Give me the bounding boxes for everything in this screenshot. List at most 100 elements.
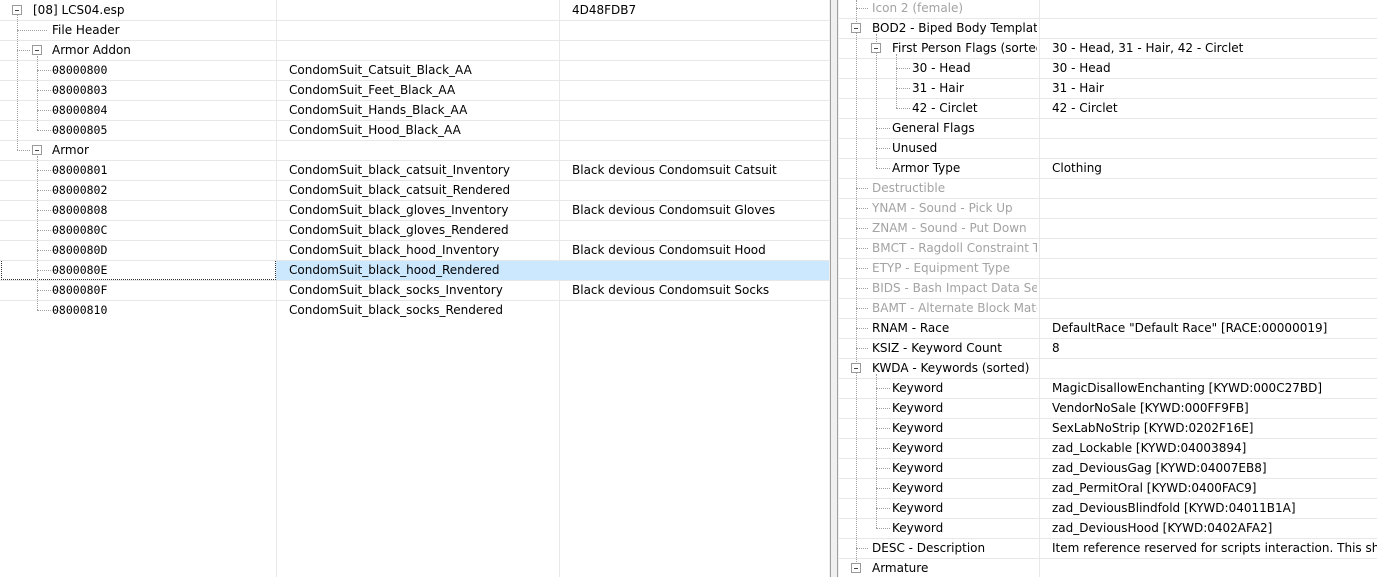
record-field-row[interactable]: General Flags [839, 118, 1377, 138]
record-field-row[interactable]: ZNAM - Sound - Put Down [839, 218, 1377, 238]
tree-guide-line [37, 170, 67, 171]
field-value: zad_DeviousHood [KYWD:0402AFA2] [1052, 521, 1273, 535]
tree-row[interactable]: Armor [0, 140, 829, 160]
form-id-label: 08000804 [52, 103, 108, 117]
tree-guide-line [876, 374, 877, 528]
field-value: zad_PermitOral [KYWD:0400FAC9] [1052, 481, 1257, 495]
tree-row[interactable]: 08000804 CondomSuit_Hands_Black_AA [0, 100, 829, 120]
tree-row[interactable]: 08000802 CondomSuit_black_catsuit_Rendere… [0, 180, 829, 200]
record-field-row[interactable]: Keyword zad_Lockable [KYWD:04003894] [839, 438, 1377, 458]
field-label: BOD2 - Biped Body Template [872, 21, 1037, 35]
record-field-row[interactable]: Armor Type Clothing [839, 158, 1377, 178]
tree-row[interactable]: [08] LCS04.esp 4D48FDB7 [0, 0, 829, 20]
editor-id-cell: CondomSuit_black_socks_Inventory [289, 283, 503, 297]
field-value: DefaultRace "Default Race" [RACE:0000001… [1052, 321, 1328, 335]
record-field-row[interactable]: Keyword MagicDisallowEnchanting [KYWD:000… [839, 378, 1377, 398]
tree-row[interactable]: 0800080E CondomSuit_black_hood_Rendered [0, 260, 829, 280]
tree-row[interactable]: 08000803 CondomSuit_Feet_Black_AA [0, 80, 829, 100]
field-label: Keyword [892, 381, 944, 395]
tree-guide-line [856, 348, 868, 349]
collapse-bod2-icon[interactable] [851, 23, 861, 33]
tree-row[interactable]: 08000805 CondomSuit_Hood_Black_AA [0, 120, 829, 140]
tree-row[interactable]: 0800080F CondomSuit_black_socks_Inventory… [0, 280, 829, 300]
field-label: Keyword [892, 461, 944, 475]
field-value: 31 - Hair [1052, 81, 1104, 95]
collapse-armature-icon[interactable] [851, 563, 861, 573]
record-field-row[interactable]: ETYP - Equipment Type [839, 258, 1377, 278]
collapse-first-person-flags-icon[interactable] [871, 43, 881, 53]
tree-guide-line [856, 268, 868, 269]
field-label: KWDA - Keywords (sorted) [872, 361, 1030, 375]
editor-id-cell: CondomSuit_black_gloves_Rendered [289, 223, 509, 237]
record-field-row[interactable]: Unused [839, 138, 1377, 158]
field-label: 31 - Hair [912, 81, 964, 95]
editor-id-cell: CondomSuit_black_catsuit_Inventory [289, 163, 510, 177]
tree-row[interactable]: 08000800 CondomSuit_Catsuit_Black_AA [0, 60, 829, 80]
record-field-row[interactable]: 31 - Hair 31 - Hair [839, 78, 1377, 98]
form-id-label: 08000810 [52, 303, 108, 317]
record-field-row[interactable]: YNAM - Sound - Pick Up [839, 198, 1377, 218]
record-field-row[interactable]: Armature [839, 558, 1377, 577]
field-label: BAMT - Alternate Block Mate... [872, 301, 1037, 315]
tree-guide-line [37, 310, 67, 311]
record-field-row[interactable]: First Person Flags (sorted) 30 - Head, 31… [839, 38, 1377, 58]
record-view-panel[interactable]: Icon 2 (female) BOD2 - Biped Body Templat… [839, 0, 1377, 577]
panel-splitter[interactable] [829, 0, 839, 577]
field-value: zad_DeviousGag [KYWD:04007EB8] [1052, 461, 1267, 475]
row-gridline [0, 140, 829, 141]
field-label: General Flags [892, 121, 975, 135]
tree-node-label: Armor Addon [52, 43, 131, 57]
tree-row[interactable]: 0800080C CondomSuit_black_gloves_Rendered [0, 220, 829, 240]
field-label: ETYP - Equipment Type [872, 261, 1010, 275]
record-field-row[interactable]: Keyword zad_DeviousHood [KYWD:0402AFA2] [839, 518, 1377, 538]
record-field-row[interactable]: Keyword SexLabNoStrip [KYWD:0202F16E] [839, 418, 1377, 438]
record-field-row[interactable]: 30 - Head 30 - Head [839, 58, 1377, 78]
tree-row[interactable]: 08000810 CondomSuit_black_socks_Rendered [0, 300, 829, 320]
record-field-row[interactable]: Keyword zad_DeviousBlindfold [KYWD:04011B… [839, 498, 1377, 518]
tree-guide-line [856, 208, 868, 209]
tree-guide-line [37, 110, 67, 111]
editor-id-cell: CondomSuit_black_hood_Inventory [289, 243, 500, 257]
collapse-armor-icon[interactable] [32, 145, 42, 155]
record-field-row[interactable]: Keyword zad_DeviousGag [KYWD:04007EB8] [839, 458, 1377, 478]
tree-guide-line [896, 108, 910, 109]
tree-node-label: File Header [52, 23, 120, 37]
record-field-row[interactable]: 42 - Circlet 42 - Circlet [839, 98, 1377, 118]
record-field-row[interactable]: RNAM - Race DefaultRace "Default Race" [R… [839, 318, 1377, 338]
navigation-tree-panel[interactable]: [08] LCS04.esp 4D48FDB7 File Header Armor A… [0, 0, 829, 577]
record-field-row[interactable]: Keyword zad_PermitOral [KYWD:0400FAC9] [839, 478, 1377, 498]
record-field-row[interactable]: DESC - Description Item reference reserve… [839, 538, 1377, 558]
tree-guide-line [37, 56, 38, 130]
record-field-row[interactable]: KSIZ - Keyword Count 8 [839, 338, 1377, 358]
tree-row[interactable]: Armor Addon [0, 40, 829, 60]
record-field-row[interactable]: BIDS - Bash Impact Data Set [839, 278, 1377, 298]
field-label: 30 - Head [912, 61, 971, 75]
record-field-row[interactable]: Destructible [839, 178, 1377, 198]
row-gridline [0, 280, 829, 281]
tree-row[interactable]: 08000801 CondomSuit_black_catsuit_Invento… [0, 160, 829, 180]
record-field-row[interactable]: BOD2 - Biped Body Template [839, 18, 1377, 38]
collapse-keywords-icon[interactable] [851, 363, 861, 373]
record-field-row[interactable]: Icon 2 (female) [839, 0, 1377, 18]
form-id-label: 08000805 [52, 123, 108, 137]
tree-guide-line [856, 288, 868, 289]
form-id-label: 0800080D [52, 243, 108, 257]
editor-id-cell: CondomSuit_Hands_Black_AA [289, 103, 468, 117]
field-value: Clothing [1052, 161, 1102, 175]
record-field-row[interactable]: Keyword VendorNoSale [KYWD:000FF9FB] [839, 398, 1377, 418]
tree-guide-line [896, 68, 910, 69]
tree-row[interactable]: File Header [0, 20, 829, 40]
collapse-plugin-icon[interactable] [12, 5, 22, 15]
collapse-armor-addon-icon[interactable] [32, 45, 42, 55]
field-value: Item reference reserved for scripts inte… [1052, 541, 1377, 555]
row-gridline [0, 20, 829, 21]
tree-node-label: [08] LCS04.esp [33, 3, 125, 17]
tree-guide-line [856, 328, 868, 329]
record-field-row[interactable]: KWDA - Keywords (sorted) [839, 358, 1377, 378]
field-label: RNAM - Race [872, 321, 950, 335]
tree-row[interactable]: 0800080D CondomSuit_black_hood_Inventory B… [0, 240, 829, 260]
record-field-row[interactable]: BMCT - Ragdoll Constraint T... [839, 238, 1377, 258]
tree-guide-line [876, 448, 890, 449]
record-field-row[interactable]: BAMT - Alternate Block Mate... [839, 298, 1377, 318]
tree-row[interactable]: 08000808 CondomSuit_black_gloves_Inventor… [0, 200, 829, 220]
